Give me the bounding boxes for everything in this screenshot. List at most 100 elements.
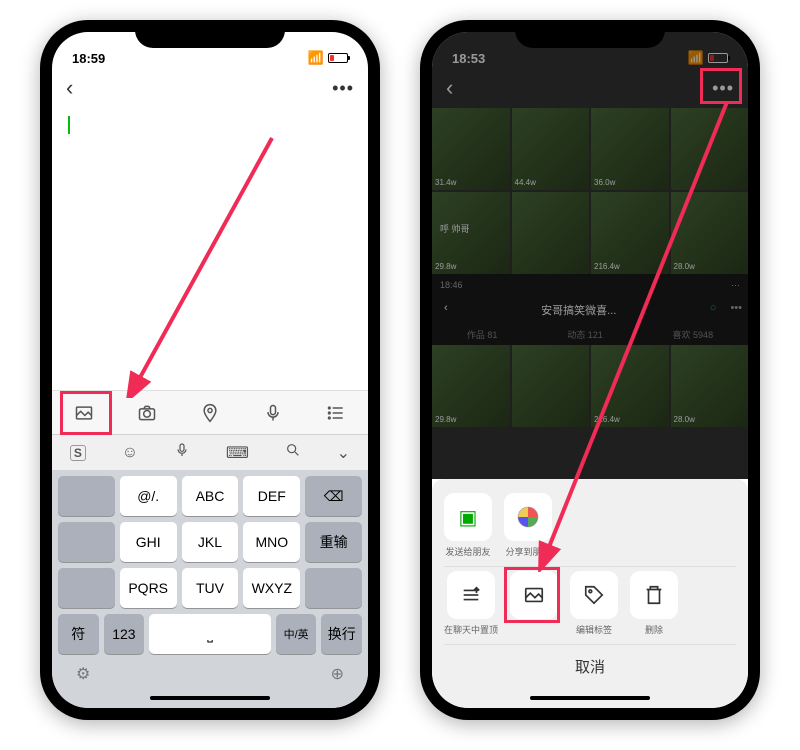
profile-title-row: ‹ 安哥搞笑微喜... ○ ••• (432, 296, 748, 324)
screen-left: 18:59 📶 ‹ ••• (52, 32, 368, 708)
keyboard-bottom: ⚙ ⊕ (52, 660, 368, 688)
key-space[interactable]: ⎵ (149, 614, 271, 654)
mic-icon[interactable] (255, 395, 291, 431)
video-thumb[interactable]: 31.4w (432, 108, 510, 190)
key-tuv[interactable]: TUV (182, 568, 239, 608)
key-symbol[interactable]: 符 (58, 614, 99, 654)
status-icons: 📶 (308, 50, 348, 66)
video-thumb[interactable]: 44.4w (512, 108, 590, 190)
video-thumb[interactable]: 28.0w (671, 345, 749, 427)
key-abc[interactable]: ABC (182, 476, 239, 516)
home-indicator-r (444, 688, 736, 708)
stat-dynamic[interactable]: 动态 121 (567, 328, 603, 341)
key-side[interactable] (58, 522, 115, 562)
back-button[interactable]: ‹ (66, 75, 73, 101)
compose-textarea[interactable] (52, 108, 368, 390)
more-button[interactable]: ••• (332, 78, 354, 99)
camera-icon[interactable] (129, 395, 165, 431)
share-sheet: ▣ 发送给朋友 分享到朋友 在聊天中置顶 (432, 479, 748, 708)
stat-likes[interactable]: 喜欢 5948 (673, 328, 714, 341)
inner-time: 18:46 (440, 280, 463, 290)
profile-stats: 作品 81 动态 121 喜欢 5948 (432, 324, 748, 345)
emoji-icon[interactable]: ☺ (122, 444, 138, 462)
inner-signal-icon: ⋯ (731, 280, 740, 291)
wechat-app-icon: ▣ (444, 493, 492, 541)
video-thumb[interactable]: 29.8w (432, 345, 510, 427)
refresh-icon[interactable]: ○ (710, 302, 723, 318)
arrow-annotation (122, 128, 282, 398)
key-reinput[interactable]: 重输 (305, 522, 362, 562)
inner-more-icon[interactable]: ••• (722, 302, 742, 318)
video-thumb[interactable] (512, 192, 590, 274)
video-grid-bottom: 29.8w 216.4w 28.0w (432, 345, 748, 427)
video-grid-top: 31.4w 44.4w 36.0w 29.8w呼 帅哥 216.4w 28.0w (432, 108, 748, 274)
action-image[interactable] (510, 571, 558, 636)
key-123[interactable]: 123 (104, 614, 145, 654)
key-lang[interactable]: 中/英 (276, 614, 317, 654)
status-icons-r: 📶 (688, 50, 728, 66)
home-indicator (52, 688, 368, 708)
video-thumb[interactable]: 216.4w (591, 192, 669, 274)
screen-right: 18:53 📶 ‹ ••• 31.4w 44.4w 36.0w 29.8w呼 帅… (432, 32, 748, 708)
back-button-r[interactable]: ‹ (446, 75, 453, 101)
action-delete[interactable]: 删除 (630, 571, 678, 636)
key-pqrs[interactable]: PQRS (120, 568, 177, 608)
action-edit-tags[interactable]: 编辑标签 (570, 571, 618, 636)
cancel-button[interactable]: 取消 (444, 644, 736, 688)
action-pin[interactable]: 在聊天中置顶 (444, 571, 498, 636)
list-icon[interactable] (318, 395, 354, 431)
share-send-friend[interactable]: ▣ 发送给朋友 (444, 493, 492, 558)
inner-back-icon[interactable]: ‹ (438, 302, 448, 318)
key-mno[interactable]: MNO (243, 522, 300, 562)
battery-icon (328, 53, 348, 63)
kb-globe-icon[interactable]: ⊕ (331, 664, 344, 684)
kb-layout-icon[interactable]: ⌨ (226, 443, 249, 463)
more-button-r[interactable]: ••• (712, 78, 734, 99)
video-thumb[interactable]: 29.8w呼 帅哥 (432, 192, 510, 274)
nav-bar-r: ‹ ••• (432, 68, 748, 108)
key-enter-top[interactable] (305, 568, 362, 608)
ime-logo-icon[interactable]: S (70, 445, 86, 461)
video-thumb[interactable] (671, 108, 749, 190)
video-thumb[interactable]: 36.0w (591, 108, 669, 190)
key-def[interactable]: DEF (243, 476, 300, 516)
tag-icon (570, 571, 618, 619)
key-ghi[interactable]: GHI (120, 522, 177, 562)
share-row-apps: ▣ 发送给朋友 分享到朋友 (444, 493, 736, 558)
keyboard-top-row: S ☺ ⌨ ⌄ (52, 434, 368, 470)
keyboard: @/. ABC DEF ⌫ GHI JKL MNO 重输 PQRS TUV WX… (52, 470, 368, 660)
share-moments[interactable]: 分享到朋友 (504, 493, 552, 558)
trash-icon (630, 571, 678, 619)
image-icon[interactable] (66, 395, 102, 431)
key-enter[interactable]: 换行 (321, 614, 362, 654)
dimmed-background: 18:53 📶 ‹ ••• 31.4w 44.4w 36.0w 29.8w呼 帅… (432, 32, 748, 479)
key-at[interactable]: @/. (120, 476, 177, 516)
kb-settings-icon[interactable]: ⚙ (76, 664, 90, 684)
key-jkl[interactable]: JKL (182, 522, 239, 562)
battery-icon-r (708, 53, 728, 63)
key-wxyz[interactable]: WXYZ (243, 568, 300, 608)
share-row-actions: 在聊天中置顶 编辑标签 (444, 571, 736, 636)
status-time-r: 18:53 (452, 51, 485, 66)
stat-works[interactable]: 作品 81 (467, 328, 498, 341)
video-thumb[interactable]: 216.4w (591, 345, 669, 427)
key-side2[interactable] (58, 568, 115, 608)
video-thumb[interactable] (512, 345, 590, 427)
key-backspace[interactable] (58, 476, 115, 516)
key-delete[interactable]: ⌫ (305, 476, 362, 516)
profile-name: 安哥搞笑微喜... (541, 302, 616, 318)
compose-toolbar (52, 390, 368, 434)
signal-icon-r: 📶 (688, 50, 704, 66)
location-icon[interactable] (192, 395, 228, 431)
pin-icon (447, 571, 495, 619)
video-thumb[interactable]: 28.0w (671, 192, 749, 274)
signal-icon: 📶 (308, 50, 324, 66)
status-bar-r: 18:53 📶 (432, 32, 748, 68)
kb-collapse-icon[interactable]: ⌄ (337, 443, 350, 463)
inner-status-bar: 18:46 ⋯ (432, 274, 748, 296)
kb-mic-icon[interactable] (174, 442, 190, 463)
text-cursor (68, 116, 70, 134)
phone-right: 18:53 📶 ‹ ••• 31.4w 44.4w 36.0w 29.8w呼 帅… (420, 20, 760, 720)
status-bar: 18:59 📶 (52, 32, 368, 68)
kb-search-icon[interactable] (285, 442, 301, 463)
